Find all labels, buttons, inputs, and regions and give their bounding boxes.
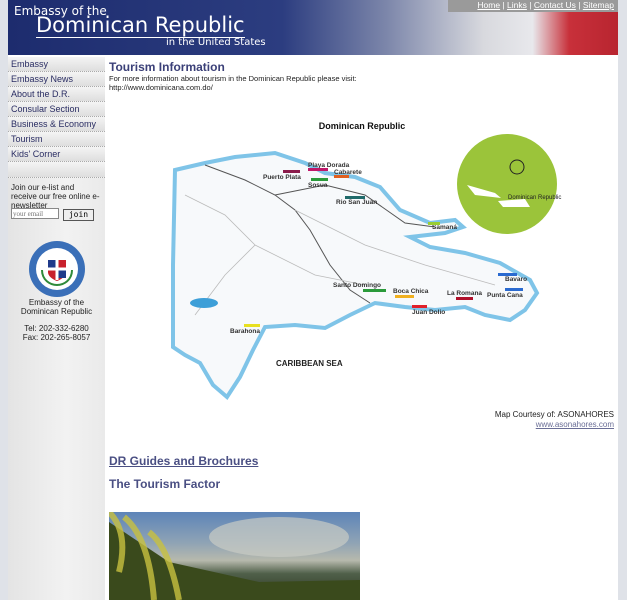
header-banner: Embassy of the Dominican Republic in the… (8, 0, 618, 55)
map-label-la-romana: La Romana (447, 290, 482, 297)
map-inset-label: Dominican Republic (508, 195, 561, 201)
map-label-puerto-plata: Puerto Plata (263, 174, 301, 181)
nav-embassy-news[interactable]: Embassy News (8, 72, 105, 87)
map-inset-circle (457, 134, 557, 234)
map-title: Dominican Republic (319, 121, 406, 131)
address-line2: Dominican Republic (20, 307, 93, 316)
tourism-url: http://www.dominicana.com.do/ (109, 83, 213, 92)
nav-about[interactable]: About the D.R. (8, 87, 105, 102)
nav-tourism[interactable]: Tourism (8, 132, 105, 147)
email-input[interactable] (11, 208, 59, 219)
tourism-map: Dominican Republic Playa Dorada Puerto P… (171, 121, 561, 401)
top-links: Home | Links | Contact Us | Sitemap (448, 0, 618, 12)
header-line3: in the United States (166, 37, 266, 48)
sitemap-link[interactable]: Sitemap (583, 0, 614, 10)
map-label-cabarete: Cabarete (334, 169, 362, 176)
map-label-punta-cana: Punta Cana (487, 292, 523, 299)
map-label-boca-chica: Boca Chica (393, 288, 429, 295)
address-line1: Embassy of the (28, 298, 85, 307)
map-label-samana: Samaná (432, 224, 457, 231)
nav-kids[interactable]: Kids' Corner (8, 147, 105, 162)
map-label-juan-dolio: Juan Dolio (412, 309, 445, 316)
map-label-sosua: Sosua (308, 182, 328, 189)
header-title: Dominican Republic (36, 13, 245, 38)
intro-text: For more information about tourism in th… (109, 74, 357, 83)
tel: Tel: 202-332-6280 (24, 324, 89, 333)
embassy-seal-icon (29, 241, 85, 297)
map-label-barahona: Barahona (230, 328, 260, 335)
map-label-bavaro: Bavaro (505, 276, 527, 283)
page: Embassy of the Dominican Republic in the… (8, 0, 618, 600)
elist-text: Join our e-list and receive our free onl… (11, 183, 100, 210)
palm-beach-photo (109, 512, 360, 600)
join-button[interactable]: join (63, 209, 94, 221)
map-label-caribbean-sea: CARIBBEAN SEA (276, 359, 343, 368)
links-link[interactable]: Links (507, 0, 527, 10)
tourism-factor-heading: The Tourism Factor (109, 477, 221, 491)
map-label-rio-san-juan: Rio San Juan (336, 199, 377, 206)
fax: Fax: 202-265-8057 (22, 333, 91, 342)
contact-link[interactable]: Contact Us (534, 0, 576, 10)
courtesy-text: Map Courtesy of: ASONAHORES (494, 410, 614, 419)
map-label-playa-dorada: Playa Dorada (308, 162, 350, 169)
sidebar: Embassy Embassy News About the D.R. Cons… (8, 57, 105, 600)
nav-business[interactable]: Business & Economy (8, 117, 105, 132)
map-courtesy: Map Courtesy of: ASONAHORES www.asonahor… (495, 410, 614, 430)
dr-guides-link[interactable]: DR Guides and Brochures (109, 454, 258, 468)
nav-consular[interactable]: Consular Section (8, 102, 105, 117)
nav-spacer (8, 162, 105, 178)
map-label-santo-domingo: Santo Domingo (333, 282, 381, 289)
asonahores-link[interactable]: www.asonahores.com (536, 420, 614, 429)
main-content: Tourism Information For more information… (109, 60, 618, 92)
nav-embassy[interactable]: Embassy (8, 57, 105, 72)
home-link[interactable]: Home (477, 0, 500, 10)
page-title: Tourism Information (109, 60, 225, 74)
